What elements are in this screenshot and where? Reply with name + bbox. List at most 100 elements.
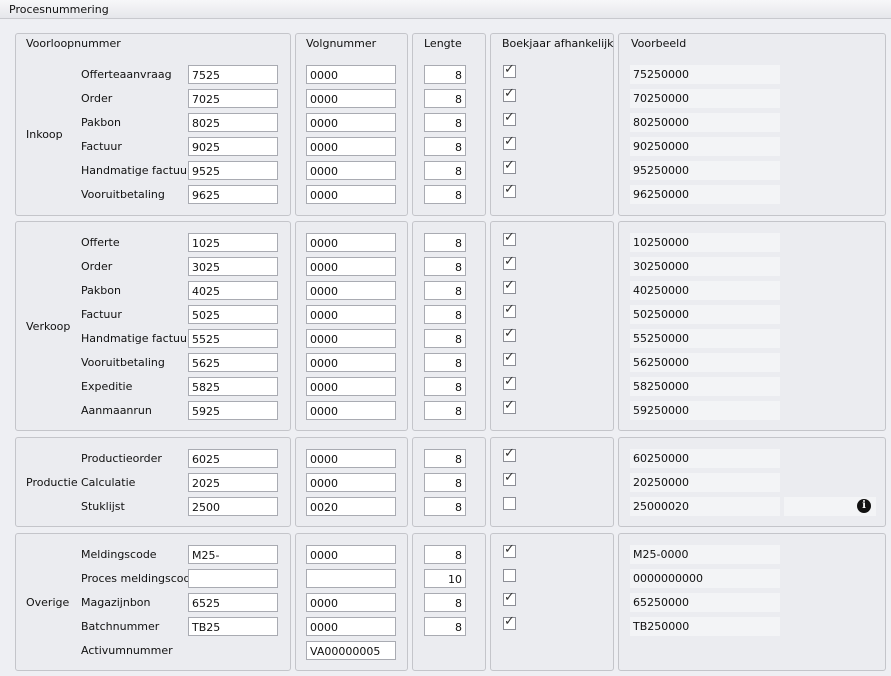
lengte-input[interactable]: 8 — [424, 497, 466, 516]
volgnummer-input[interactable]: 0020 — [306, 497, 396, 516]
voorbeeld-value: 55250000 — [630, 329, 780, 348]
volgnummer-input[interactable]: 0000 — [306, 257, 396, 276]
volgnummer-input[interactable]: 0000 — [306, 473, 396, 492]
volgnummer-input[interactable]: 0000 — [306, 449, 396, 468]
section-label-overige: Overige — [26, 596, 70, 609]
volgnummer-input[interactable]: 0000 — [306, 233, 396, 252]
lengte-input[interactable]: 8 — [424, 65, 466, 84]
boekjaar-checkbox[interactable] — [503, 350, 516, 366]
volgnummer-input[interactable]: 0000 — [306, 89, 396, 108]
lengte-input[interactable]: 8 — [424, 593, 466, 612]
boekjaar-checkbox[interactable] — [503, 110, 516, 126]
lengte-input[interactable]: 8 — [424, 617, 466, 636]
voorloopnummer-input[interactable]: 5825 — [188, 377, 278, 396]
boekjaar-checkbox[interactable] — [503, 62, 516, 78]
voorloopnummer-input[interactable]: 5625 — [188, 353, 278, 372]
volgnummer-input[interactable]: 0000 — [306, 113, 396, 132]
boekjaar-checkbox[interactable] — [503, 374, 516, 390]
voorloopnummer-input[interactable]: 2025 — [188, 473, 278, 492]
row-label: Stuklijst — [81, 500, 125, 513]
volgnummer-input[interactable]: 0000 — [306, 353, 396, 372]
lengte-input[interactable]: 8 — [424, 89, 466, 108]
volgnummer-input[interactable]: 0000 — [306, 329, 396, 348]
boekjaar-checkbox[interactable] — [503, 182, 516, 198]
voorbeeld-value: TB250000 — [630, 617, 780, 636]
boekjaar-checkbox[interactable] — [503, 134, 516, 150]
voorbeeld-value: 56250000 — [630, 353, 780, 372]
header-voorbeeld: Voorbeeld — [631, 37, 687, 50]
row-label: Vooruitbetaling — [81, 356, 165, 369]
voorloopnummer-input[interactable]: TB25 — [188, 617, 278, 636]
lengte-input[interactable]: 8 — [424, 329, 466, 348]
lengte-input[interactable]: 8 — [424, 449, 466, 468]
voorloopnummer-input[interactable]: 9525 — [188, 161, 278, 180]
boekjaar-checkbox[interactable] — [503, 470, 516, 486]
voorloopnummer-input[interactable]: 5025 — [188, 305, 278, 324]
volgnummer-input[interactable]: 0000 — [306, 137, 396, 156]
section-label-verkoop: Verkoop — [26, 320, 71, 333]
boekjaar-checkbox[interactable] — [503, 542, 516, 558]
lengte-input[interactable]: 10 — [424, 569, 466, 588]
volgnummer-input[interactable]: 0000 — [306, 401, 396, 420]
volgnummer-input[interactable]: 0000 — [306, 281, 396, 300]
lengte-input[interactable]: 8 — [424, 233, 466, 252]
voorloopnummer-input[interactable]: 9625 — [188, 185, 278, 204]
voorloopnummer-input[interactable]: 5525 — [188, 329, 278, 348]
lengte-input[interactable]: 8 — [424, 473, 466, 492]
boekjaar-checkbox[interactable] — [503, 254, 516, 270]
voorloopnummer-input[interactable]: 8025 — [188, 113, 278, 132]
boekjaar-checkbox[interactable] — [503, 230, 516, 246]
lengte-input[interactable]: 8 — [424, 377, 466, 396]
volgnummer-input[interactable]: 0000 — [306, 617, 396, 636]
volgnummer-input[interactable]: 0000 — [306, 65, 396, 84]
voorloopnummer-input[interactable]: M25- — [188, 545, 278, 564]
voorloopnummer-input[interactable]: 6025 — [188, 449, 278, 468]
lengte-input[interactable]: 8 — [424, 353, 466, 372]
voorloopnummer-input[interactable]: 1025 — [188, 233, 278, 252]
boekjaar-checkbox[interactable] — [503, 614, 516, 630]
boekjaar-checkbox[interactable] — [503, 158, 516, 174]
row-label: Vooruitbetaling — [81, 188, 165, 201]
voorloopnummer-input[interactable]: 7525 — [188, 65, 278, 84]
lengte-input[interactable]: 8 — [424, 185, 466, 204]
voorloopnummer-input[interactable] — [188, 569, 278, 588]
boekjaar-checkbox[interactable] — [503, 398, 516, 414]
boekjaar-checkbox[interactable] — [503, 497, 516, 510]
lengte-input[interactable]: 8 — [424, 281, 466, 300]
volgnummer-input[interactable]: VA00000005 — [306, 641, 396, 660]
volgnummer-input[interactable]: 0000 — [306, 545, 396, 564]
volgnummer-input[interactable] — [306, 569, 396, 588]
voorloopnummer-input[interactable]: 6525 — [188, 593, 278, 612]
boekjaar-checkbox[interactable] — [503, 569, 516, 582]
voorloopnummer-input[interactable]: 3025 — [188, 257, 278, 276]
row-label: Offerteaanvraag — [81, 68, 172, 81]
voorloopnummer-input[interactable]: 4025 — [188, 281, 278, 300]
boekjaar-checkbox[interactable] — [503, 86, 516, 102]
volgnummer-input[interactable]: 0000 — [306, 305, 396, 324]
boekjaar-checkbox[interactable] — [503, 302, 516, 318]
boekjaar-checkbox[interactable] — [503, 446, 516, 462]
volgnummer-input[interactable]: 0000 — [306, 161, 396, 180]
boekjaar-checkbox[interactable] — [503, 590, 516, 606]
lengte-input[interactable]: 8 — [424, 113, 466, 132]
voorbeeld-value: 30250000 — [630, 257, 780, 276]
row-label: Factuur — [81, 308, 122, 321]
lengte-input[interactable]: 8 — [424, 161, 466, 180]
lengte-input[interactable]: 8 — [424, 305, 466, 324]
voorloopnummer-input[interactable]: 9025 — [188, 137, 278, 156]
volgnummer-input[interactable]: 0000 — [306, 593, 396, 612]
voorloopnummer-input[interactable]: 7025 — [188, 89, 278, 108]
voorbeeld-value: 60250000 — [630, 449, 780, 468]
header-lengte: Lengte — [424, 37, 462, 50]
lengte-input[interactable]: 8 — [424, 545, 466, 564]
lengte-input[interactable]: 8 — [424, 137, 466, 156]
info-icon[interactable]: i — [857, 499, 871, 513]
boekjaar-checkbox[interactable] — [503, 326, 516, 342]
volgnummer-input[interactable]: 0000 — [306, 185, 396, 204]
boekjaar-checkbox[interactable] — [503, 278, 516, 294]
voorloopnummer-input[interactable]: 5925 — [188, 401, 278, 420]
voorloopnummer-input[interactable]: 2500 — [188, 497, 278, 516]
volgnummer-input[interactable]: 0000 — [306, 377, 396, 396]
lengte-input[interactable]: 8 — [424, 257, 466, 276]
lengte-input[interactable]: 8 — [424, 401, 466, 420]
